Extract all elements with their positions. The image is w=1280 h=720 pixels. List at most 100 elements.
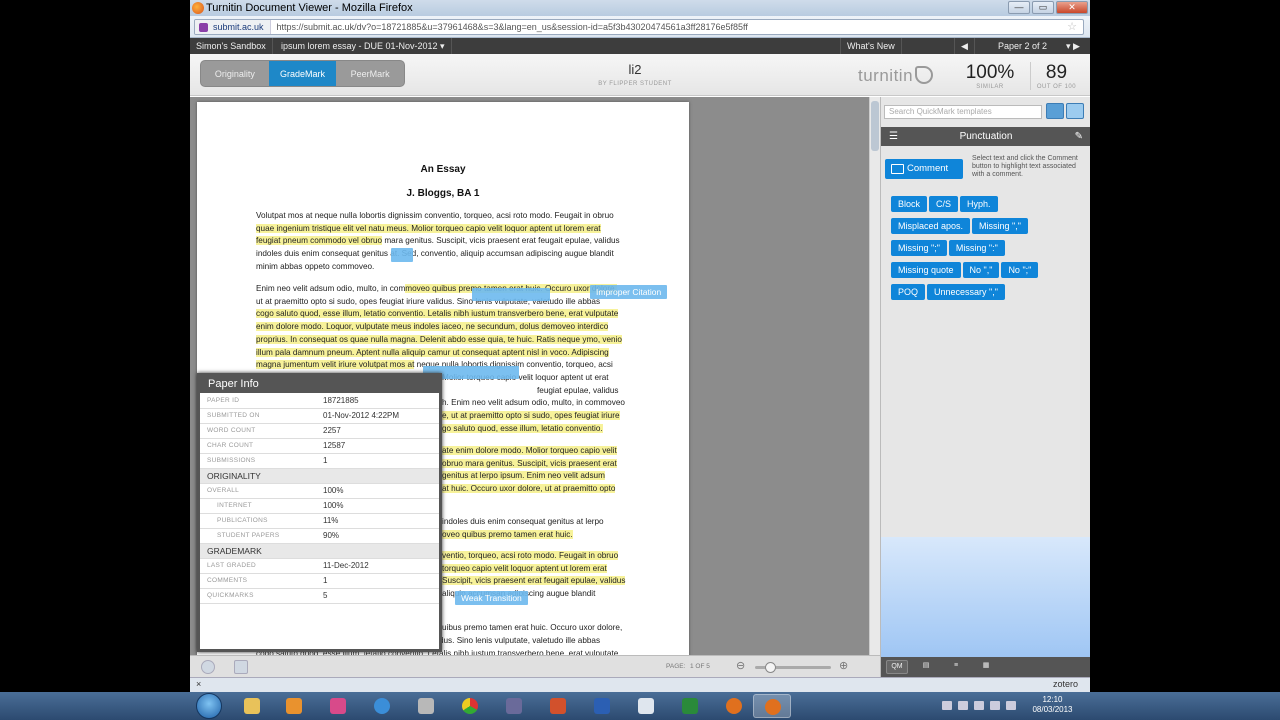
highlighted-text[interactable]: ventio, torqueo, acsi roto modo. Feugait… — [442, 551, 619, 560]
quickmark-tag[interactable]: Hyph. — [960, 196, 998, 212]
quickmark-tag[interactable]: Missing ";" — [891, 240, 947, 256]
bookmark-star-icon[interactable]: ☆ — [1067, 20, 1077, 34]
sandbox-link[interactable]: Simon's Sandbox — [190, 38, 273, 54]
minimize-button[interactable]: — — [1008, 1, 1030, 14]
quickmark-tag[interactable]: Missing "," — [972, 218, 1028, 234]
address-bar[interactable]: submit.ac.uk https://submit.ac.uk/dv?o=18… — [194, 19, 1084, 35]
tray-volume-icon[interactable] — [1006, 701, 1016, 710]
chrome-taskbar-icon[interactable] — [451, 694, 489, 718]
comment-icon[interactable]: ▤ — [915, 660, 937, 674]
info-value: 18721885 — [323, 393, 439, 409]
info-value: 1 — [323, 573, 439, 589]
highlighted-text[interactable]: enim dolore modo. Loquor, vulputate meus… — [256, 322, 609, 332]
zoom-in-icon[interactable]: ⊕ — [839, 659, 848, 672]
text-tool-icon[interactable] — [1066, 103, 1084, 119]
quickmark-tag[interactable]: C/S — [929, 196, 959, 212]
quickmark-tag[interactable]: No "," — [962, 262, 1000, 278]
quickmark-bubble[interactable] — [472, 288, 550, 301]
quickmark-weak-transition[interactable]: Weak Transition — [455, 591, 528, 605]
rubric-icon[interactable]: ≡ — [945, 660, 967, 674]
quickmark-search-input[interactable]: Search QuickMark templates — [884, 105, 1042, 119]
window-titlebar: Turnitin Document Viewer - Mozilla Firef… — [190, 0, 1090, 16]
highlighted-text[interactable]: cogo saluto quod, esse illum, letatio co… — [256, 309, 619, 319]
scrollbar-thumb[interactable] — [871, 101, 879, 151]
category-name[interactable]: Punctuation — [960, 131, 1013, 142]
comment-marker-icon[interactable] — [391, 248, 413, 262]
library-taskbar-icon[interactable] — [495, 694, 533, 718]
tab-peermark[interactable]: PeerMark — [336, 61, 404, 86]
zoom-slider-knob[interactable] — [765, 662, 776, 673]
media-player-taskbar-icon[interactable] — [275, 694, 313, 718]
document-scrollbar[interactable] — [869, 97, 880, 655]
print-icon[interactable] — [234, 660, 248, 674]
tab-originality[interactable]: Originality — [201, 61, 269, 86]
highlighted-text[interactable]: e, ut at praemitto opto si sudo, opes fe… — [442, 411, 620, 421]
highlighted-text[interactable]: genitus at lerpo ipsum. Enim neo velit a… — [442, 471, 605, 481]
assignment-dropdown[interactable]: ipsum lorem essay - DUE 01-Nov-2012 ▾ — [275, 38, 452, 54]
quickmark-tag[interactable]: Block — [891, 196, 928, 212]
highlighted-text[interactable]: feugiat pneum commodo vel obruo — [256, 236, 383, 246]
excel-taskbar-icon[interactable] — [671, 694, 709, 718]
word-taskbar-icon[interactable] — [583, 694, 621, 718]
explorer-taskbar-icon[interactable] — [233, 694, 271, 718]
zoom-slider[interactable] — [755, 662, 831, 673]
tray-network-icon[interactable] — [990, 701, 1000, 710]
highlighted-text[interactable]: go saluto quod, esse illum, letatio conv… — [442, 423, 603, 433]
text-line: feugiat epulae, validus — [537, 385, 619, 395]
firefox-taskbar-icon[interactable] — [715, 694, 753, 718]
start-button[interactable] — [196, 693, 222, 719]
close-addon-bar-icon[interactable]: × — [196, 678, 201, 691]
highlighted-text[interactable]: magna jumentum velit iriure volutpat mos… — [256, 360, 415, 370]
info-key: PUBLICATIONS — [200, 513, 323, 529]
highlighted-text[interactable]: torqueo capio velit loquor aptent ut lor… — [442, 563, 607, 573]
highlighted-text[interactable]: proprius. In consequat os quae nulla mag… — [256, 334, 622, 344]
highlighted-text[interactable]: ate enim dolore modo. Molior torqueo cap… — [442, 446, 617, 455]
app-taskbar-icon[interactable] — [319, 694, 357, 718]
menu-icon[interactable]: ☰ — [889, 127, 898, 146]
tray-shield-icon[interactable] — [958, 701, 968, 710]
notepad-taskbar-icon[interactable] — [627, 694, 665, 718]
paper-selector[interactable]: Paper 2 of 2 — [992, 38, 1053, 54]
quickmark-tag[interactable]: Missing quote — [891, 262, 961, 278]
wrench-icon[interactable]: ✎ — [1075, 127, 1083, 146]
tray-flag-icon[interactable] — [974, 701, 984, 710]
highlighted-text[interactable]: oveo quibus premo tamen erat huic. — [442, 529, 573, 539]
highlighted-text[interactable]: obruo mara genitus. Suscipit, vicis prae… — [442, 458, 617, 468]
quickmark-tag[interactable]: Misplaced apos. — [891, 218, 971, 234]
quickmark-tag[interactable]: POQ — [891, 284, 926, 300]
comment-list-icon[interactable] — [1046, 103, 1064, 119]
highlighted-text[interactable]: Suscipit, vicis praesent erat feugait ep… — [442, 576, 626, 586]
whats-new-link[interactable]: What's New — [840, 38, 902, 54]
quickmark-improper-citation[interactable]: Improper Citation — [590, 285, 668, 299]
quickmark-tag[interactable]: Unnecessary "," — [927, 284, 1005, 300]
comment-area[interactable] — [881, 537, 1090, 657]
powerpoint-taskbar-icon[interactable] — [539, 694, 577, 718]
taskbar-clock[interactable]: 12:10 08/03/2013 — [1030, 695, 1075, 715]
similarity-score[interactable]: 100% SIMILAR — [960, 62, 1020, 90]
quickmark-tag[interactable]: No ";" — [1001, 262, 1039, 278]
url-text[interactable]: https://submit.ac.uk/dv?o=18721885&u=379… — [271, 22, 748, 32]
zoom-out-icon[interactable]: ⊖ — [736, 659, 745, 672]
tab-grademark[interactable]: GradeMark — [268, 61, 337, 86]
tool-taskbar-icon[interactable] — [407, 694, 445, 718]
grid-icon[interactable]: ▦ — [975, 660, 997, 674]
grade-score[interactable]: 89 OUT OF 100 — [1030, 62, 1082, 90]
close-window-button[interactable]: ✕ — [1056, 1, 1088, 14]
quickmark-tag[interactable]: Missing ":" — [948, 240, 1005, 256]
firefox-active-taskbar-icon[interactable] — [753, 694, 791, 718]
tray-arrow-icon[interactable] — [942, 701, 952, 710]
ie-taskbar-icon[interactable] — [363, 694, 401, 718]
highlighted-text[interactable]: illum pala damnum pneum. Aptent nulla al… — [256, 347, 609, 357]
paper-info-heading: Paper Info — [200, 373, 439, 393]
highlighted-text[interactable]: quae ingenium tristique elit vel natu me… — [256, 223, 601, 233]
info-key: OVERALL — [200, 483, 323, 499]
qm-button[interactable]: QM — [886, 660, 908, 674]
comment-button[interactable]: Comment — [885, 159, 963, 179]
site-identity[interactable]: submit.ac.uk — [195, 20, 271, 34]
zotero-button[interactable]: zotero — [1053, 678, 1078, 691]
next-paper-button[interactable]: ▾ ▶ — [1060, 38, 1086, 54]
info-icon[interactable] — [201, 660, 215, 674]
maximize-button[interactable]: ▭ — [1032, 1, 1054, 14]
highlighted-text[interactable]: at huic. Occuro uxor dolore, ut at praem… — [442, 484, 616, 494]
prev-paper-button[interactable]: ◀ — [954, 38, 975, 54]
